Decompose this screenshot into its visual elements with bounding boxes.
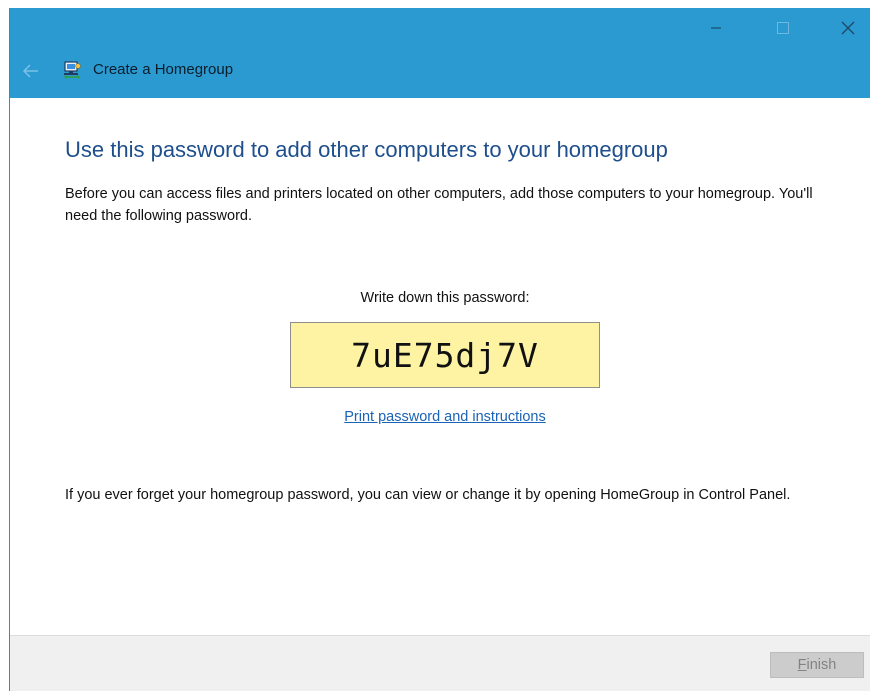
- finish-accelerator: F: [797, 657, 807, 673]
- back-button[interactable]: [20, 60, 42, 82]
- intro-text: Before you can access files and printers…: [65, 186, 813, 224]
- password-label: Write down this password:: [360, 290, 530, 306]
- maximize-button: [760, 8, 806, 48]
- finish-button[interactable]: Finish: [770, 652, 864, 678]
- footer-bar: Finish: [10, 635, 870, 691]
- minimize-icon: [711, 27, 721, 29]
- footnote-text: If you ever forget your homegroup passwo…: [65, 487, 791, 503]
- close-icon: [841, 21, 855, 35]
- maximize-icon: [777, 22, 789, 34]
- homegroup-icon: [62, 60, 82, 80]
- close-button[interactable]: [825, 8, 870, 48]
- page-heading: Use this password to add other computers…: [65, 137, 668, 162]
- homegroup-window: Create a Homegroup Use this password to …: [9, 8, 870, 691]
- main-content: Use this password to add other computers…: [10, 98, 870, 635]
- finish-label: inish: [806, 657, 837, 673]
- password-box: 7uE75dj7V: [290, 322, 600, 388]
- title-bar: Create a Homegroup: [10, 8, 870, 98]
- print-password-link[interactable]: Print password and instructions: [290, 409, 600, 425]
- window-title: Create a Homegroup: [93, 61, 234, 78]
- password-value: 7uE75dj7V: [351, 335, 539, 375]
- minimize-button[interactable]: [693, 8, 739, 48]
- back-arrow-icon: [22, 64, 38, 78]
